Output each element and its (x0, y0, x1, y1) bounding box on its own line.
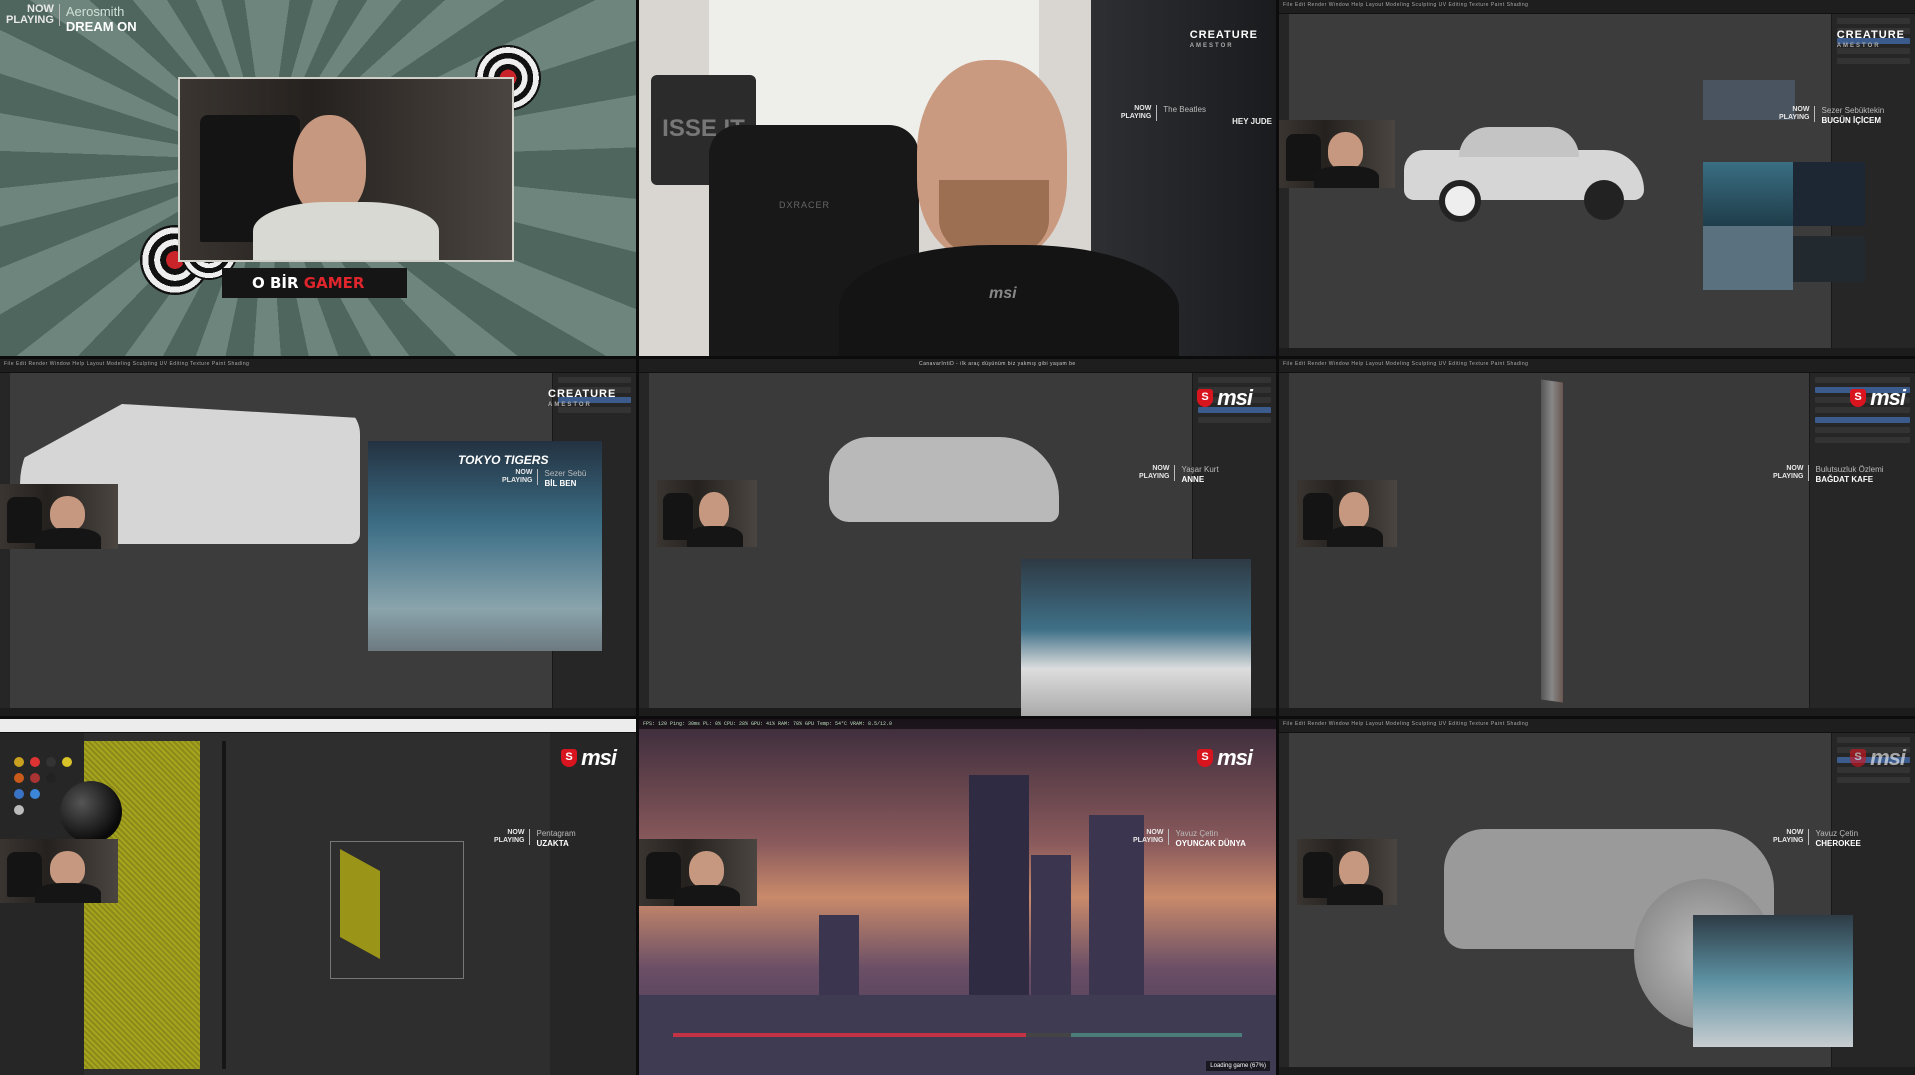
creature-logo: CREATURE AMESTOR (548, 388, 617, 409)
webcam-overlay (1297, 480, 1397, 547)
car-model (829, 437, 1059, 522)
now-playing-song: HEY JUDE (1232, 117, 1272, 126)
ref-photo (1703, 162, 1793, 226)
msi-logo: Smsi (1850, 745, 1906, 771)
properties-panel[interactable] (550, 733, 636, 1075)
msi-logo: Smsi (1197, 745, 1253, 771)
tile-blender-sedan[interactable]: CanavarIntiD - ilk araç düşünüm biz yakm… (639, 359, 1276, 716)
msi-logo: Smsi (561, 745, 617, 771)
webcam-frame (178, 77, 514, 262)
tile-blender-car-front[interactable]: File Edit Render Window Help Layout Mode… (0, 359, 636, 716)
panel-model (1541, 379, 1563, 703)
blender-statusbar (1279, 348, 1915, 356)
webcam-overlay (1279, 120, 1395, 188)
now-playing: NOW PLAYING Aerosmith DREAM ON (6, 3, 137, 35)
tile-aerosmith-webcam[interactable]: NOW PLAYING Aerosmith DREAM ON O BİR GAME… (0, 0, 636, 356)
material-sphere (60, 781, 122, 843)
tile-blender-panel[interactable]: File Edit Render Window Help Layout Mode… (1279, 359, 1915, 716)
wheel (1439, 180, 1481, 222)
ref-photo (1703, 226, 1793, 290)
webcam-overlay (0, 484, 118, 549)
now-playing: NOW PLAYING Pentagram UZAKTA (494, 829, 576, 848)
webcam-overlay (657, 480, 757, 547)
now-playing: NOW PLAYING Sezer Sebüktekin BUGÜN İÇİCEM (1779, 106, 1885, 125)
now-playing: NOW PLAYING Bulutsuzluk Özlemi BAĞDAT KAFE (1773, 465, 1884, 484)
gamer-banner: O BİR GAMER (222, 268, 407, 298)
tile-texture-painter[interactable]: Smsi NOW PLAYING Pentagram UZAKTA (0, 719, 636, 1075)
now-playing: NOW PLAYING Yavuz Çetin CHEROKEE (1773, 829, 1861, 848)
tile-blender-wheel[interactable]: File Edit Render Window Help Layout Mode… (1279, 719, 1915, 1075)
msi-logo: Smsi (1197, 385, 1253, 411)
now-playing: NOW PLAYING The Beatles (1120, 105, 1206, 121)
ref-photo (1793, 162, 1865, 226)
now-playing-artist: The Beatles (1163, 105, 1206, 114)
webcam-overlay (0, 839, 118, 903)
now-playing: NOW PLAYING Yaşar Kurt ANNE (1139, 465, 1219, 484)
blender-topbar: File Edit Render Window Help Layout Mode… (1279, 0, 1915, 14)
now-playing: NOW PLAYING Yavuz Çetin OYUNCAK DÜNYA (1133, 829, 1246, 848)
tile-webcam-closeup[interactable]: ISSE IT DXRACER msi CREATURE AMESTOR NOW P… (639, 0, 1276, 356)
streamer-shirt: msi (839, 245, 1179, 356)
wheel (1584, 180, 1624, 220)
now-playing-song: DREAM ON (65, 19, 137, 34)
stream-grid: NOW PLAYING Aerosmith DREAM ON O BİR GAME… (0, 0, 1915, 1075)
tile-blender-car-side[interactable]: File Edit Render Window Help Layout Mode… (1279, 0, 1915, 356)
webcam-overlay (639, 839, 757, 906)
loading-bar (673, 1033, 1242, 1037)
creature-logo: CREATURE AMESTOR (1189, 29, 1258, 50)
webcam-overlay (1297, 839, 1397, 905)
now-playing-artist: Aerosmith (65, 4, 125, 19)
msi-logo: Smsi (1850, 385, 1906, 411)
tile-gta-loading[interactable]: FPS: 120 Ping: 30ms PL: 0% CPU: 28% GPU:… (639, 719, 1276, 1075)
loading-text: Loading game (67%) (1206, 1061, 1270, 1071)
creature-logo: CREATURE AMESTOR (1836, 29, 1905, 50)
performance-hud: FPS: 120 Ping: 30ms PL: 0% CPU: 28% GPU:… (639, 719, 1276, 729)
ref-photo (1793, 236, 1865, 282)
material-panel[interactable] (0, 733, 84, 1075)
ref-photo-audi (1021, 559, 1251, 716)
ref-photo-audi (1693, 915, 1853, 1047)
now-playing: NOW PLAYING Sezer Sebü BİL BEN (502, 469, 587, 488)
